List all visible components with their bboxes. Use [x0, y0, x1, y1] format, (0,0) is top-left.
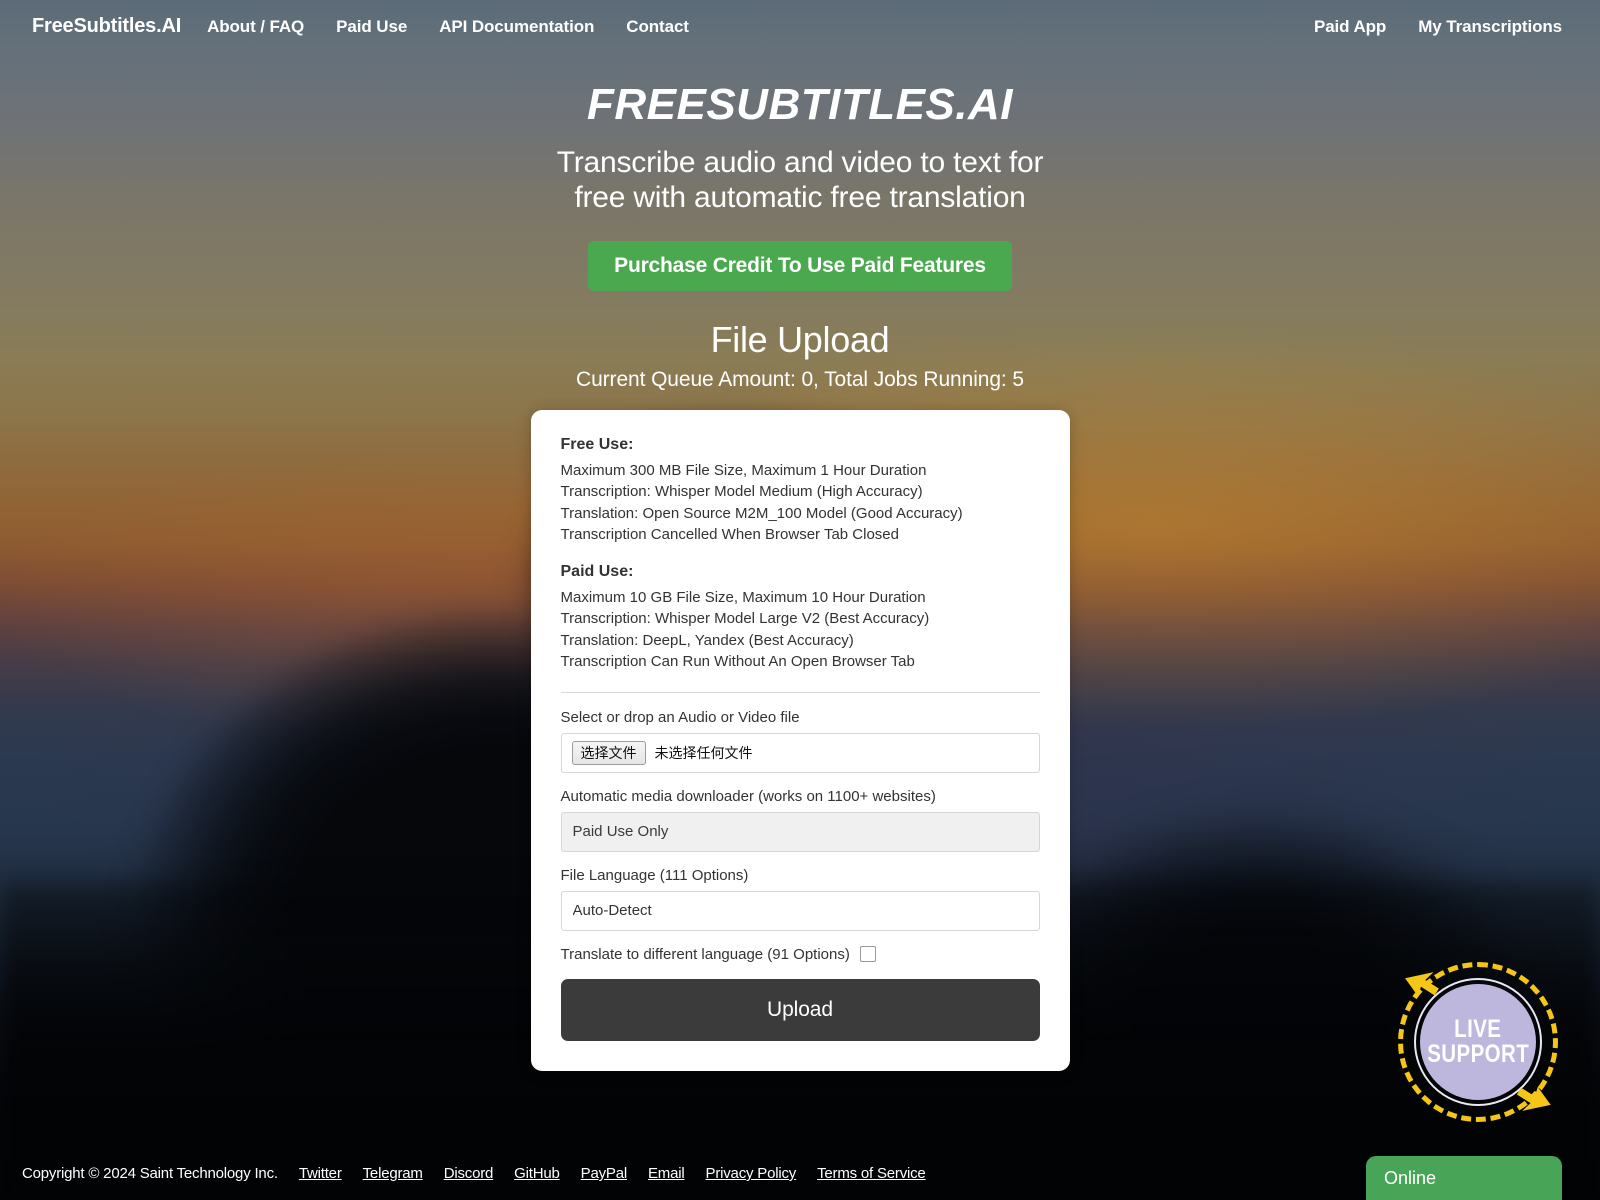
- free-use-line: Translation: Open Source M2M_100 Model (…: [560, 504, 963, 522]
- paid-use-line: Translation: DeepL, Yandex (Best Accurac…: [560, 631, 854, 649]
- footer-link-terms-of-service[interactable]: Terms of Service: [817, 1165, 926, 1182]
- free-use-line: Maximum 300 MB File Size, Maximum 1 Hour…: [560, 461, 927, 479]
- file-language-input[interactable]: [560, 890, 1040, 931]
- footer-link-twitter[interactable]: Twitter: [299, 1165, 342, 1182]
- translate-field-group: Translate to different language (91 Opti…: [561, 946, 1040, 963]
- page-title: FREESUBTITLES.AI: [586, 80, 1014, 129]
- footer-link-telegram[interactable]: Telegram: [363, 1165, 423, 1182]
- footer-link-discord[interactable]: Discord: [444, 1165, 494, 1182]
- navbar-left-group: FreeSubtitles.AI About / FAQ Paid Use AP…: [22, 11, 705, 42]
- hero-section: FREESUBTITLES.AI Transcribe audio and vi…: [0, 53, 1600, 292]
- paid-use-block: Paid Use: Maximum 10 GB File Size, Maxim…: [561, 563, 1040, 673]
- copyright-text: Copyright © 2024 Saint Technology Inc.: [22, 1165, 278, 1182]
- nav-link-about-faq[interactable]: About / FAQ: [191, 13, 320, 41]
- arrow-down-right-icon: [1516, 1086, 1551, 1111]
- brand-logo[interactable]: FreeSubtitles.AI: [22, 11, 191, 42]
- file-upload-title: File Upload: [710, 319, 890, 361]
- nav-link-contact[interactable]: Contact: [610, 13, 705, 41]
- paid-use-line: Transcription Can Run Without An Open Br…: [560, 653, 915, 671]
- upload-heading-section: File Upload Current Queue Amount: 0, Tot…: [0, 320, 1600, 392]
- upload-button[interactable]: Upload: [560, 978, 1040, 1041]
- free-use-block: Free Use: Maximum 300 MB File Size, Maxi…: [561, 436, 1040, 546]
- online-status-label: Online: [1384, 1167, 1437, 1188]
- footer-link-paypal[interactable]: PayPal: [581, 1165, 628, 1182]
- file-language-label: File Language (111 Options): [560, 866, 749, 884]
- translate-checkbox[interactable]: [859, 946, 876, 963]
- free-use-heading: Free Use:: [560, 435, 634, 453]
- purchase-credit-button[interactable]: Purchase Credit To Use Paid Features: [588, 241, 1012, 292]
- paid-use-line: Transcription: Whisper Model Large V2 (B…: [560, 610, 930, 628]
- footer-link-privacy-policy[interactable]: Privacy Policy: [706, 1165, 797, 1182]
- arrow-up-left-icon: [1405, 972, 1439, 997]
- nav-link-paid-app[interactable]: Paid App: [1298, 13, 1402, 41]
- footer-link-email[interactable]: Email: [648, 1165, 685, 1182]
- card-divider: [560, 691, 1040, 693]
- translate-label: Translate to different language (91 Opti…: [560, 945, 850, 963]
- file-language-field-group: File Language (111 Options): [560, 866, 1040, 931]
- paid-use-heading: Paid Use:: [560, 562, 634, 580]
- live-support-label-line-2: SUPPORT: [1427, 1040, 1529, 1068]
- free-use-line: Transcription Cancelled When Browser Tab…: [560, 526, 900, 544]
- live-support-label-line-1: LIVE: [1454, 1015, 1502, 1043]
- footer-link-github[interactable]: GitHub: [514, 1165, 560, 1182]
- hero-subtitle-line-1: Transcribe audio and video to text for: [556, 145, 1044, 179]
- file-select-label: Select or drop an Audio or Video file: [560, 708, 800, 726]
- nav-link-api-documentation[interactable]: API Documentation: [423, 13, 610, 41]
- choose-file-button[interactable]: 选择文件: [571, 740, 646, 766]
- live-support-widget[interactable]: LIVE SUPPORT: [1398, 962, 1558, 1122]
- media-downloader-field-group: Automatic media downloader (works on 110…: [560, 787, 1040, 852]
- file-upload-card: Free Use: Maximum 300 MB File Size, Maxi…: [530, 409, 1070, 1071]
- nav-link-paid-use[interactable]: Paid Use: [320, 13, 423, 41]
- navbar: FreeSubtitles.AI About / FAQ Paid Use AP…: [0, 0, 1600, 53]
- media-downloader-label: Automatic media downloader (works on 110…: [560, 787, 936, 805]
- queue-status-text: Current Queue Amount: 0, Total Jobs Runn…: [576, 367, 1024, 391]
- online-status-badge[interactable]: Online: [1366, 1156, 1562, 1200]
- free-use-line: Transcription: Whisper Model Medium (Hig…: [560, 483, 923, 501]
- file-input[interactable]: 选择文件 未选择任何文件: [560, 732, 1040, 773]
- file-chosen-label: 未选择任何文件: [654, 744, 753, 761]
- file-select-field-group: Select or drop an Audio or Video file 选择…: [560, 708, 1040, 773]
- hero-subtitle-line-2: free with automatic free translation: [574, 180, 1026, 214]
- footer: Copyright © 2024 Saint Technology Inc. T…: [0, 1165, 1600, 1200]
- hero-subtitle: Transcribe audio and video to text for f…: [0, 145, 1600, 216]
- nav-link-my-transcriptions[interactable]: My Transcriptions: [1402, 13, 1578, 41]
- paid-use-line: Maximum 10 GB File Size, Maximum 10 Hour…: [560, 588, 926, 606]
- media-downloader-input[interactable]: [560, 811, 1040, 852]
- navbar-right-group: Paid App My Transcriptions: [1298, 13, 1578, 41]
